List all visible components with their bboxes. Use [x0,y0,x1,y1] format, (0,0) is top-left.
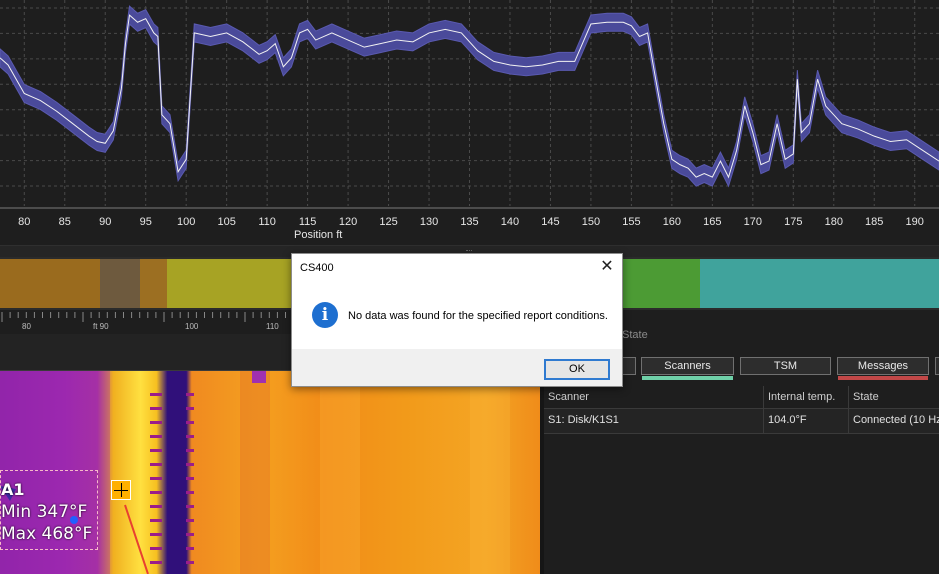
tab-label: Messages [857,360,909,372]
zone-segment [622,259,700,308]
state-panel-title: State [622,329,648,341]
x-tick-label: 140 [501,216,519,228]
thermal-mark [186,449,194,452]
thermal-mark [150,449,162,452]
x-tick-label: 95 [140,216,152,228]
close-icon[interactable]: ✕ [598,259,616,277]
thermal-mark [150,477,162,480]
x-tick-label: 130 [420,216,438,228]
column-header-internal-temp[interactable]: Internal temp. [764,386,849,408]
x-tick-label: 135 [460,216,478,228]
dialog-footer: OK [292,349,622,386]
thermal-mark [186,435,194,438]
thermal-mark [186,547,194,550]
x-tick-label: 155 [622,216,640,228]
ruler-label: 110 [266,322,279,331]
thermal-mark [150,519,162,522]
zone-segment [0,259,100,308]
x-tick-label: 120 [339,216,357,228]
thermal-mark [150,421,162,424]
column-header-state[interactable]: State [849,386,939,408]
thermal-mark [150,491,162,494]
thermal-mark [186,505,194,508]
thermal-mark [150,393,162,396]
tab-messages[interactable]: Messages [837,357,929,380]
ruler-label: 100 [185,322,199,331]
x-tick-label: 105 [217,216,235,228]
thermal-mark [186,407,194,410]
column-header-scanner[interactable]: Scanner [544,386,764,408]
info-icon: i [312,302,338,328]
x-tick-label: 175 [784,216,802,228]
thermal-mark [150,505,162,508]
x-tick-label: 165 [703,216,721,228]
dialog-message: No data was found for the specified repo… [348,310,608,322]
thermal-mark [186,519,194,522]
tab-label: Scanners [664,360,711,372]
tab-underline [642,376,733,380]
zone-segment [140,259,167,308]
tab-tsm[interactable]: TSM [740,357,831,375]
thermal-mark [150,407,162,410]
roi-max-temp: Max 468°F [1,524,93,544]
thermal-mark [186,477,194,480]
x-tick-label: 85 [59,216,71,228]
thermal-mark [150,533,162,536]
cell-state: Connected (10 Hz [853,414,939,426]
x-tick-label: 125 [379,216,397,228]
spot-marker-icon[interactable] [111,480,131,500]
thermal-mark [150,435,162,438]
thermal-mark [186,491,194,494]
cell-internal-temp: 104.0°F [764,409,849,433]
x-tick-label: 185 [865,216,883,228]
x-tick-label: 90 [99,216,111,228]
message-dialog: CS400 ✕ i No data was found for the spec… [291,253,623,387]
x-tick-label: 145 [541,216,559,228]
x-tick-label: 110 [258,216,276,228]
x-tick-label: 80 [18,216,30,228]
thermal-mark [186,463,194,466]
ruler-label: 80 [22,322,31,331]
tab-label: TSM [773,360,798,372]
ok-button[interactable]: OK [544,359,610,380]
dialog-title: CS400 [300,262,334,274]
x-tick-label: 180 [825,216,843,228]
chart-x-axis-label: Position ft [294,229,343,241]
profile-chart-plot: 80 85 90 95 100 105 110 115 120 125 130 135 140 145 15… [0,0,939,228]
thermal-mark [150,561,162,564]
roi-min-temp: Min 347°F [1,502,88,522]
x-tick-label: 100 [177,216,195,228]
scanner-table-header: Scanner Internal temp. State [544,386,939,409]
x-tick-label: 160 [663,216,681,228]
thermal-mark [150,547,162,550]
tab-overflow[interactable] [935,357,939,375]
x-tick-label: 190 [906,216,924,228]
x-tick-label: 170 [744,216,762,228]
profile-chart: 80 85 90 95 100 105 110 115 120 125 130 135 140 145 15… [0,0,939,245]
ruler-label: ft 90 [93,322,109,331]
roi-label: A1 [1,480,25,499]
cell-scanner: S1: Disk/K1S1 [544,409,764,433]
thermal-mark [186,533,194,536]
zone-segment [700,259,939,308]
x-tick-label: 150 [582,216,600,228]
thermal-mark [186,421,194,424]
thermal-mark [186,561,194,564]
thermal-mark [150,463,162,466]
tab-scanners[interactable]: Scanners [641,357,734,380]
x-tick-label: 115 [299,216,317,228]
zone-segment-selected [100,259,140,308]
tab-underline [838,376,928,380]
thermal-mark [186,393,194,396]
table-row[interactable]: S1: Disk/K1S1 104.0°F Connected (10 Hz [544,409,939,434]
